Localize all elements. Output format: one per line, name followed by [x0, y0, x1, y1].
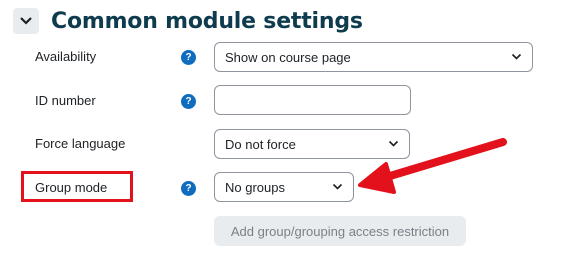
- chevron-down-icon: [332, 183, 343, 190]
- availability-value: Show on course page: [225, 49, 351, 65]
- section-header: Common module settings: [13, 6, 363, 36]
- collapse-toggle-button[interactable]: [13, 8, 39, 34]
- force-language-label: Force language: [35, 136, 126, 151]
- group-mode-help-icon[interactable]: ?: [181, 181, 196, 196]
- group-mode-value: No groups: [225, 179, 285, 195]
- group-mode-select[interactable]: No groups: [214, 172, 354, 202]
- availability-select[interactable]: Show on course page: [214, 42, 533, 72]
- section-title: Common module settings: [51, 8, 363, 34]
- force-language-value: Do not force: [225, 136, 296, 152]
- availability-label: Availability: [35, 49, 97, 64]
- id-number-help-icon[interactable]: ?: [181, 94, 196, 109]
- annotation-arrow: [358, 138, 507, 194]
- id-number-input[interactable]: [214, 85, 411, 115]
- availability-help-icon[interactable]: ?: [181, 50, 196, 65]
- id-number-label: ID number: [35, 93, 96, 108]
- group-mode-label: Group mode: [35, 180, 108, 195]
- add-access-restriction-button[interactable]: Add group/grouping access restriction: [214, 216, 466, 246]
- chevron-down-icon: [511, 53, 522, 60]
- chevron-down-icon: [20, 17, 32, 25]
